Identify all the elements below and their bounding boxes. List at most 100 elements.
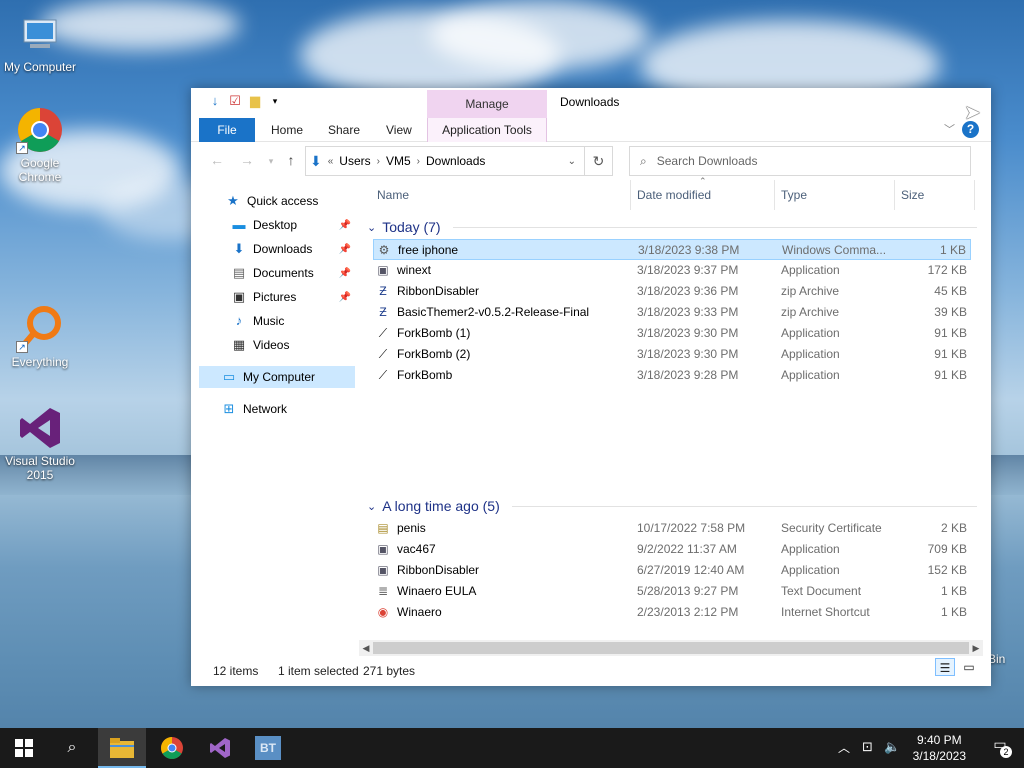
file-name: Winaero EULA (397, 584, 477, 598)
taskbar-chrome[interactable] (148, 728, 196, 768)
computer-icon: ▭ (222, 369, 236, 384)
properties-icon[interactable]: ☑ (227, 93, 243, 109)
file-row[interactable]: ▣ winext 3/18/2023 9:37 PM Application 172 K… (373, 260, 971, 281)
start-button[interactable] (0, 728, 48, 768)
taskbar-file-explorer[interactable] (98, 728, 146, 768)
file-row[interactable]: ⟋ ForkBomb (1) 3/18/2023 9:30 PM Applicatio… (373, 323, 971, 344)
column-header-type[interactable]: Type (777, 180, 895, 210)
nav-item-documents[interactable]: ▤ Documents 📌 (191, 262, 355, 284)
tab-file[interactable]: File (199, 118, 255, 142)
chevron-right-icon[interactable]: › (377, 156, 380, 167)
breadcrumb-vm5[interactable]: VM5 (386, 154, 411, 168)
desktop-icon-chrome[interactable]: ↗ Google Chrome (0, 106, 80, 184)
file-name: ForkBomb (2) (397, 347, 471, 361)
forward-arrow-icon[interactable]: → (237, 152, 257, 168)
title-bar[interactable]: ↓ ☑ ▆ ▾ Manage Downloads (191, 88, 991, 118)
volume-icon[interactable]: 🔈 (884, 739, 900, 755)
file-date: 3/18/2023 9:38 PM (638, 243, 740, 257)
chrome-icon (161, 736, 183, 759)
everything-icon: ↗ (16, 305, 64, 353)
search-button[interactable]: ⌕ (48, 728, 96, 768)
file-type: Application (781, 326, 840, 340)
nav-item-music[interactable]: ♪ Music (191, 310, 355, 332)
group-label: A long time ago (5) (382, 498, 500, 514)
new-folder-icon[interactable]: ▆ (247, 93, 263, 109)
large-icons-view-icon[interactable]: ▭ (959, 658, 979, 676)
network-tray-icon[interactable]: ⊡ (862, 739, 873, 755)
file-type: Windows Comma... (782, 243, 887, 257)
clock[interactable]: 9:40 PM 3/18/2023 (913, 732, 966, 764)
tab-application-tools[interactable]: Application Tools (427, 118, 547, 142)
breadcrumb-users[interactable]: Users (339, 154, 370, 168)
download-arrow-icon: ⬇ (310, 152, 322, 169)
nav-item-network[interactable]: ⊞ Network (191, 398, 355, 420)
file-name: winext (397, 263, 432, 277)
manage-tab[interactable]: Manage (427, 90, 547, 118)
tab-home[interactable]: Home (263, 118, 311, 142)
nav-item-desktop[interactable]: ▬ Desktop 📌 (191, 214, 355, 236)
group-header-long-ago[interactable]: ⌄ A long time ago (5) (365, 495, 977, 517)
scroll-right-icon[interactable]: ▶ (969, 640, 983, 656)
desktop-icon-visual-studio[interactable]: Visual Studio 2015 (0, 404, 80, 482)
back-arrow-icon[interactable]: ← (207, 152, 227, 168)
qat-dropdown-icon[interactable]: ▾ (267, 93, 283, 109)
file-row[interactable]: ▤ penis 10/17/2022 7:58 PM Security Certifi… (373, 518, 971, 539)
tab-view[interactable]: View (378, 118, 420, 142)
scrollbar-thumb[interactable] (373, 642, 969, 654)
pin-icon[interactable]: 📌 (339, 220, 351, 231)
download-arrow-icon[interactable]: ↓ (207, 93, 223, 109)
breadcrumb-downloads[interactable]: Downloads (426, 154, 485, 168)
chevron-down-icon[interactable]: ⌄ (568, 156, 576, 167)
file-row[interactable]: ◉ Winaero 2/23/2013 2:12 PM Internet Shortc… (373, 602, 971, 623)
file-row[interactable]: ⟋ ForkBomb 3/18/2023 9:28 PM Application 91 … (373, 365, 971, 386)
chevron-right-icon[interactable]: › (417, 156, 420, 167)
taskbar-visual-studio[interactable] (196, 728, 244, 768)
recent-dropdown-icon[interactable]: ▾ (261, 156, 281, 167)
file-row[interactable]: ▣ vac467 9/2/2022 11:37 AM Application 709 K… (373, 539, 971, 560)
search-icon: ⌕ (67, 739, 77, 756)
application-icon: ▣ (377, 542, 389, 556)
group-header-today[interactable]: ⌄ Today (7) (365, 216, 977, 238)
nav-item-videos[interactable]: ▦ Videos (191, 334, 355, 356)
nav-item-downloads[interactable]: ⬇ Downloads 📌 (191, 238, 355, 260)
scroll-left-icon[interactable]: ◀ (359, 640, 373, 656)
action-center-button[interactable]: ▭ 2 (988, 736, 1012, 760)
file-row[interactable]: ▣ RibbonDisabler 6/27/2019 12:40 AM Applica… (373, 560, 971, 581)
zip-archive-icon: Ƶ (379, 305, 387, 319)
overflow-chevron-icon[interactable]: « (328, 156, 334, 167)
column-header-name[interactable]: Name (373, 180, 631, 210)
nav-item-my-computer[interactable]: ▭ My Computer (199, 366, 355, 388)
file-size: 152 KB (927, 563, 967, 577)
notification-count: 2 (1000, 746, 1012, 758)
ribbon-tabs: File Home Share View Application Tools ﹀… (191, 118, 991, 142)
chevron-down-icon: ⌄ (367, 500, 377, 513)
file-row[interactable]: ⟋ ForkBomb (2) 3/18/2023 9:30 PM Applicatio… (373, 344, 971, 365)
file-size: 709 KB (927, 542, 967, 556)
file-row[interactable]: ⚙ free iphone 3/18/2023 9:38 PM Windows Com… (373, 239, 971, 260)
nav-item-quick-access[interactable]: ★ Quick access (191, 190, 355, 212)
tab-share[interactable]: Share (320, 118, 368, 142)
chevron-down-icon[interactable]: ﹀ (944, 121, 955, 137)
pin-icon[interactable]: 📌 (339, 244, 351, 255)
refresh-icon[interactable]: ↻ (585, 146, 613, 176)
file-row[interactable]: Ƶ BasicThemer2-v0.5.2-Release-Final 3/18/2… (373, 302, 971, 323)
column-header-size[interactable]: Size (897, 180, 975, 210)
nav-item-label: Documents (253, 266, 314, 280)
file-row[interactable]: Ƶ RibbonDisabler 3/18/2023 9:36 PM zip Arch… (373, 281, 971, 302)
search-input[interactable]: ⌕ Search Downloads (629, 146, 971, 176)
file-name: RibbonDisabler (397, 563, 480, 577)
pin-icon[interactable]: 📌 (339, 292, 351, 303)
desktop-icon-my-computer[interactable]: My Computer (0, 10, 80, 74)
details-view-icon[interactable]: ☰ (935, 658, 955, 676)
horizontal-scrollbar[interactable]: ◀ ▶ (359, 640, 983, 656)
nav-item-pictures[interactable]: ▣ Pictures 📌 (191, 286, 355, 308)
desktop-icon-everything[interactable]: ↗ Everything (0, 305, 80, 369)
address-bar[interactable]: ⬇ « Users › VM5 › Downloads ⌄ (305, 146, 585, 176)
pin-icon[interactable]: 📌 (339, 268, 351, 279)
file-list: Name Date modified Type Size ⌃ ⌄ Today (… (365, 176, 977, 640)
show-hidden-icons-chevron-icon[interactable]: ︿ (838, 739, 850, 756)
file-row[interactable]: ≣ Winaero EULA 5/28/2013 9:27 PM Text Docum… (373, 581, 971, 602)
sort-chevron-icon: ⌃ (699, 176, 707, 186)
taskbar-basicthemer[interactable]: BT (244, 728, 292, 768)
up-arrow-icon[interactable]: ↑ (281, 152, 301, 168)
